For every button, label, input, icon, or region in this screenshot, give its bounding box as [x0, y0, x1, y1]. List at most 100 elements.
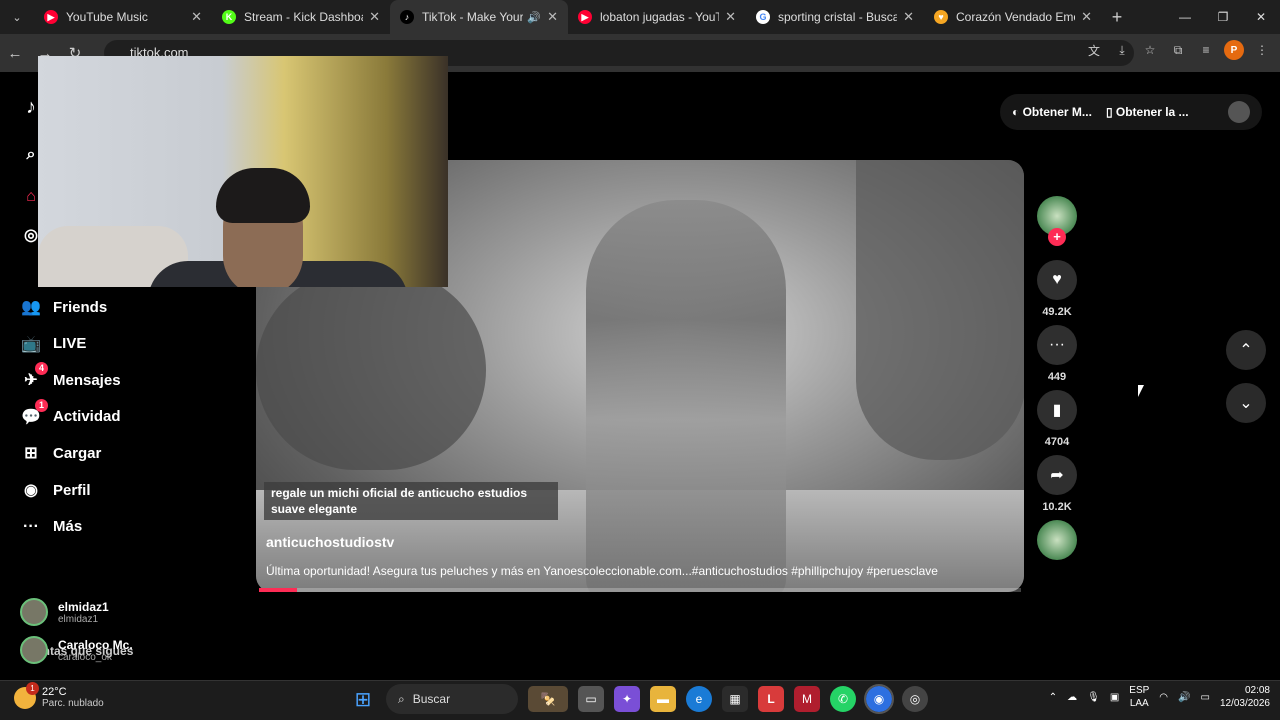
l-app-icon[interactable]: L: [758, 686, 784, 712]
browser-tab[interactable]: Gsporting cristal - Buscar co ✕: [746, 0, 924, 34]
video-author[interactable]: anticuchostudiostv: [266, 534, 394, 550]
sidebar-item-messages[interactable]: ✈ 4 Mensajes: [20, 362, 121, 391]
weather-temp: 22°C: [42, 686, 67, 698]
battery-icon[interactable]: ▭: [1200, 692, 1209, 703]
webcam-overlay: [38, 56, 448, 287]
sidebar-item-live[interactable]: 📺 LIVE: [20, 333, 86, 355]
windows-start-icon[interactable]: ⊞: [350, 686, 376, 712]
friends-icon: 👥: [21, 299, 41, 316]
tab-strip: ⌄ ▶ YouTube Music ✕ K Stream - Kick Dashboar…: [0, 0, 1280, 34]
avatar: [20, 598, 48, 626]
tab-title: TikTok - Make Your Da: [422, 10, 524, 24]
edge-icon[interactable]: e: [686, 686, 712, 712]
taskbar-search[interactable]: ⌕ Buscar: [386, 684, 518, 714]
comment-count: 449: [1047, 371, 1067, 383]
obs-icon[interactable]: ◎: [902, 686, 928, 712]
translate-icon[interactable]: 文: [1084, 40, 1104, 60]
language-indicator[interactable]: ESP LAA: [1129, 684, 1149, 710]
minimize-icon[interactable]: —: [1166, 0, 1204, 34]
tab-close-icon[interactable]: ✕: [1081, 9, 1092, 25]
store-icon[interactable]: ▦: [722, 686, 748, 712]
tab-close-icon[interactable]: ✕: [191, 9, 202, 25]
new-tab-button[interactable]: +: [1102, 7, 1132, 28]
followed-account[interactable]: elmidaz1 elmidaz1: [20, 598, 109, 626]
mcafee-icon[interactable]: M: [794, 686, 820, 712]
browser-tab[interactable]: K Stream - Kick Dashboard ✕: [212, 0, 390, 34]
messages-icon: ✈ 4: [20, 362, 48, 391]
video-progress-bar[interactable]: [259, 588, 1021, 592]
tab-search-chevron-icon[interactable]: ⌄: [0, 0, 34, 34]
window-controls: — ❐ ✕: [1166, 0, 1280, 34]
browser-tab[interactable]: ▶ YouTube Music ✕: [34, 0, 212, 34]
video-description: Última oportunidad! Asegura tus peluches…: [266, 564, 938, 578]
tab-title: lobaton jugadas - YouTube: [600, 10, 720, 24]
tab-title: sporting cristal - Buscar co: [778, 10, 898, 24]
extensions-icon[interactable]: ⧉: [1168, 40, 1188, 60]
bookmark-star-icon[interactable]: ☆: [1140, 40, 1160, 60]
followed-account[interactable]: Caraloco Mc. caraloco_ok: [20, 636, 133, 664]
widget-icon[interactable]: 🍢: [528, 686, 568, 712]
sidebar-item-activity[interactable]: 💬 1 Actividad: [20, 398, 121, 428]
user-avatar[interactable]: [1228, 101, 1250, 123]
copilot-icon[interactable]: ✦: [614, 686, 640, 712]
whatsapp-icon[interactable]: ✆: [830, 686, 856, 712]
browser-tab[interactable]: ▶ lobaton jugadas - YouTube ✕: [568, 0, 746, 34]
toolbar-right: 文 ⤓ ☆ ⧉ ≡ P ⋮: [1084, 40, 1272, 60]
tab-close-icon[interactable]: ✕: [903, 9, 914, 25]
mic-icon[interactable]: 🎙: [1087, 692, 1100, 703]
tray-chevron-icon[interactable]: ⌃: [1049, 692, 1057, 703]
install-app-icon[interactable]: ⤓: [1112, 40, 1132, 60]
get-coins-button[interactable]: ◐ Obtener M...: [1012, 105, 1092, 119]
tab-favicon-icon: ▶: [44, 10, 58, 24]
activity-icon: 💬 1: [20, 398, 48, 428]
music-disc[interactable]: [1036, 520, 1078, 560]
restore-icon[interactable]: ❐: [1204, 0, 1242, 34]
sidebar-item-upload[interactable]: ⊞ Cargar: [20, 442, 101, 464]
browser-tab[interactable]: ♪ TikTok - Make Your Da🔊 ✕: [390, 0, 568, 34]
sidebar-item-label: Actividad: [53, 408, 121, 426]
save-button[interactable]: ▮ 4704: [1036, 390, 1078, 448]
chrome-icon[interactable]: ◉: [864, 684, 894, 714]
display-icon[interactable]: ▣: [1110, 692, 1119, 703]
upload-icon: ⊞: [24, 445, 38, 463]
tab-favicon-icon: G: [756, 10, 770, 24]
save-count: 4704: [1044, 436, 1070, 448]
file-explorer-icon[interactable]: ▬: [650, 686, 676, 712]
search-icon: ⌕: [398, 691, 405, 706]
sidebar-item-more[interactable]: ··· Más: [20, 516, 82, 538]
video-caption: regale un michi oficial de anticucho est…: [264, 482, 558, 520]
creator-avatar[interactable]: +: [1036, 196, 1078, 246]
media-control-icon[interactable]: ≡: [1196, 40, 1216, 60]
live-icon: 📺: [21, 335, 41, 353]
tab-audio-icon[interactable]: 🔊: [527, 11, 541, 24]
volume-icon[interactable]: 🔊: [1178, 692, 1190, 703]
notification-badge: 4: [35, 362, 48, 376]
profile-avatar[interactable]: P: [1224, 40, 1244, 60]
comment-button[interactable]: ··· 449: [1036, 325, 1078, 383]
task-view-icon[interactable]: ▭: [578, 686, 604, 712]
weather-badge: 1: [26, 681, 39, 695]
clock[interactable]: 02:08 12/03/2026: [1220, 684, 1270, 710]
share-icon: ➦: [1037, 455, 1077, 495]
close-window-icon[interactable]: ✕: [1242, 0, 1280, 34]
tab-title: Stream - Kick Dashboard: [244, 10, 363, 24]
sidebar-item-friends[interactable]: 👥 Friends: [20, 296, 107, 318]
like-button[interactable]: ♥ 49.2K: [1036, 260, 1078, 318]
browser-tab[interactable]: ♥ Corazón Vendado Emo ✕: [924, 0, 1102, 34]
chevron-down-icon[interactable]: ⌄: [1226, 383, 1266, 423]
wifi-icon[interactable]: ◠: [1159, 692, 1168, 703]
follow-plus-icon[interactable]: +: [1048, 228, 1066, 246]
chevron-up-icon[interactable]: ⌃: [1226, 330, 1266, 370]
sidebar-item-profile[interactable]: ◉ Perfil: [20, 479, 91, 501]
onedrive-icon[interactable]: ☁: [1067, 692, 1077, 703]
tab-close-icon[interactable]: ✕: [725, 9, 736, 25]
tab-close-icon[interactable]: ✕: [369, 9, 380, 25]
get-app-button[interactable]: ▯ Obtener la ...: [1106, 105, 1189, 119]
browser-menu-icon[interactable]: ⋮: [1252, 40, 1272, 60]
weather-widget[interactable]: 1 22°C Parc. nublado: [14, 681, 104, 709]
video-frame: [856, 160, 1024, 460]
back-icon[interactable]: ←: [0, 45, 30, 62]
share-button[interactable]: ➦ 10.2K: [1036, 455, 1078, 513]
notification-badge: 1: [35, 398, 48, 412]
tab-close-icon[interactable]: ✕: [547, 9, 558, 25]
